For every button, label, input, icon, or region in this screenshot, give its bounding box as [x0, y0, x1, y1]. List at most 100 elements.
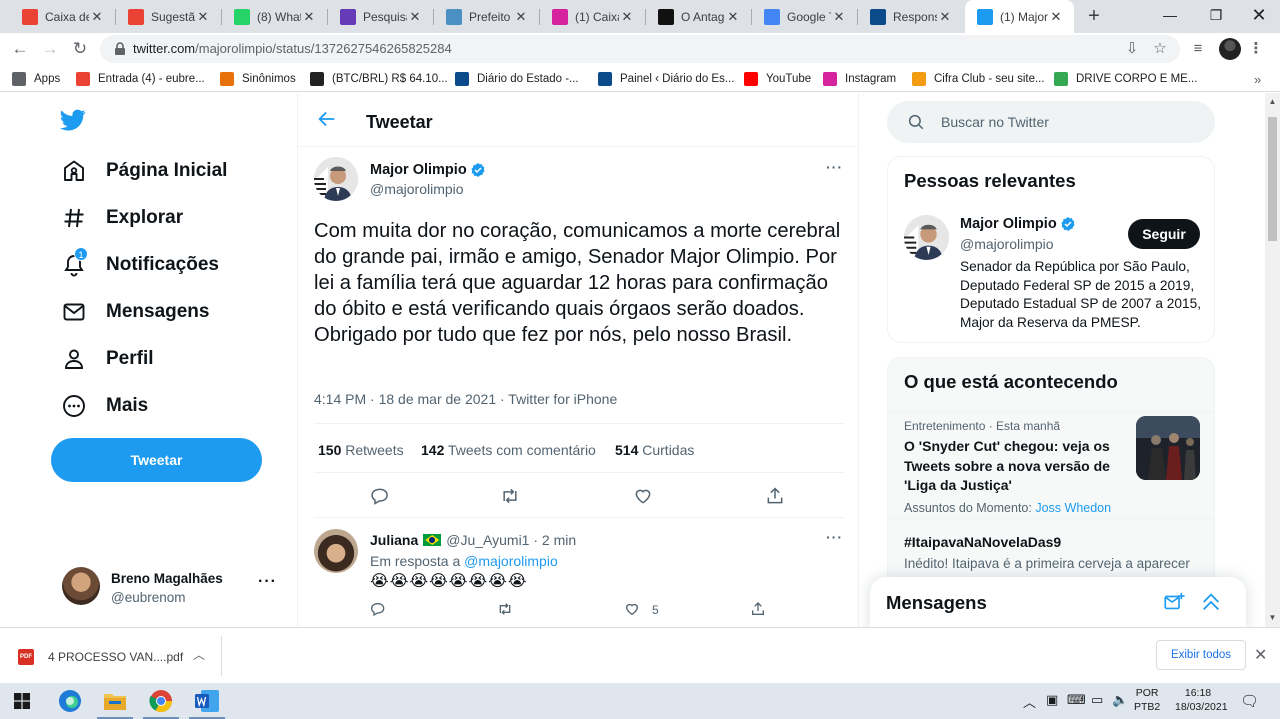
like-heart-icon[interactable]	[633, 486, 653, 506]
window-close-button[interactable]: ✕	[1236, 0, 1280, 33]
bookmark-item[interactable]: Sinônimos	[220, 70, 296, 88]
maximize-button[interactable]: ❐	[1193, 0, 1239, 33]
file-explorer-icon[interactable]	[93, 683, 137, 719]
install-app-icon[interactable]: ⇩	[1122, 39, 1142, 59]
retweet-icon[interactable]	[497, 601, 513, 617]
sidebar-item-profile[interactable]: Perfil	[60, 344, 154, 374]
notifications-icon[interactable]: 🗨	[1240, 692, 1259, 710]
bookmark-item[interactable]: Painel ‹ Diário do Es...	[598, 70, 734, 88]
media-control-icon[interactable]: ≡	[1186, 37, 1210, 61]
bookmark-item[interactable]: Apps	[12, 70, 60, 88]
edge-icon[interactable]	[48, 683, 92, 719]
trend-item[interactable]: Entretenimento · Esta manhã O 'Snyder Cu…	[904, 419, 1129, 515]
like-heart-icon[interactable]	[624, 601, 640, 617]
volume-icon[interactable]: 🔈	[1112, 692, 1128, 708]
close-tab-icon[interactable]: ✕	[937, 9, 953, 25]
search-input[interactable]: Buscar no Twitter	[887, 101, 1215, 143]
minimize-button[interactable]: —	[1147, 0, 1193, 33]
tweet-meta[interactable]: 4:14 PM · 18 de mar de 2021 · Twitter fo…	[314, 391, 617, 407]
browser-tab[interactable]: Respons ✕	[858, 0, 963, 33]
browser-tab[interactable]: Sugestão✕	[116, 0, 221, 33]
sidebar-item-more[interactable]: Mais	[60, 391, 148, 421]
more-dots-icon[interactable]: ···	[826, 159, 843, 175]
browser-tab[interactable]: Prefeito d✕	[434, 0, 539, 33]
avatar[interactable]	[314, 529, 358, 573]
page-scrollbar[interactable]: ▲ ▼	[1265, 93, 1280, 627]
download-item[interactable]: PDF 4 PROCESSO VAN....pdf	[18, 649, 183, 665]
sidebar-item-home[interactable]: Página Inicial	[60, 156, 227, 186]
address-bar[interactable]: twitter.com/majorolimpio/status/13726275…	[100, 35, 1180, 63]
close-icon[interactable]: ✕	[1254, 645, 1267, 665]
show-all-button[interactable]: Exibir todos	[1156, 640, 1246, 670]
browser-tab[interactable]: O Antago✕	[646, 0, 751, 33]
input-method-icon[interactable]: ⌨	[1067, 692, 1086, 708]
browser-tab[interactable]: Google T✕	[752, 0, 857, 33]
clock[interactable]: 16:18 18/03/2021	[1175, 686, 1228, 714]
tray-overflow-icon[interactable]: ︿	[1023, 692, 1036, 711]
language-indicator[interactable]: POR PTB2	[1134, 686, 1160, 714]
account-switcher[interactable]: Breno Magalhães @eubrenom ···	[62, 567, 282, 607]
reply-icon[interactable]	[370, 486, 390, 506]
reply-author[interactable]: Juliana @Ju_Ayumi1 · 2 min	[370, 532, 576, 548]
new-message-icon[interactable]	[1163, 591, 1185, 613]
chevron-up-icon[interactable]: ︿	[193, 646, 205, 663]
url-text[interactable]: twitter.com/majorolimpio/status/13726275…	[133, 41, 452, 56]
bookmark-item[interactable]: (BTC/BRL) R$ 64.10...	[310, 70, 448, 88]
close-tab-icon[interactable]: ✕	[89, 9, 105, 25]
browser-tab[interactable]: Caixa de ✕	[10, 0, 115, 33]
bookmark-item[interactable]: Entrada (4) - eubre...	[76, 70, 205, 88]
reload-button[interactable]: ↻	[68, 37, 92, 61]
author-handle[interactable]: @majorolimpio	[370, 181, 464, 197]
bookmark-star-icon[interactable]: ☆	[1150, 39, 1170, 59]
sidebar-item-messages[interactable]: Mensagens	[60, 297, 209, 327]
share-icon[interactable]	[750, 601, 766, 617]
more-dots-icon[interactable]: ···	[258, 573, 277, 591]
retweets-stat[interactable]: 150 Retweets	[318, 442, 404, 458]
retweet-icon[interactable]	[500, 486, 520, 506]
twitter-logo-icon[interactable]	[58, 107, 88, 133]
tray-app-icon[interactable]: ▣	[1046, 692, 1058, 708]
tweet-button[interactable]: Tweetar	[51, 438, 262, 482]
lock-icon[interactable]	[112, 41, 128, 57]
close-tab-icon[interactable]: ✕	[619, 9, 635, 25]
browser-tab[interactable]: (1) Caixa ✕	[540, 0, 645, 33]
bookmark-item[interactable]: Diário do Estado -...	[455, 70, 579, 88]
messages-drawer[interactable]: Mensagens	[870, 577, 1246, 627]
word-icon[interactable]	[185, 683, 229, 719]
close-tab-icon[interactable]: ✕	[725, 9, 741, 25]
scrollbar-thumb[interactable]	[1268, 117, 1277, 241]
more-bookmarks-icon[interactable]: »	[1254, 70, 1261, 88]
relevant-handle[interactable]: @majorolimpio	[960, 236, 1054, 252]
close-tab-icon[interactable]: ✕	[195, 9, 211, 25]
new-tab-button[interactable]: +	[1082, 4, 1106, 28]
close-tab-icon[interactable]: ✕	[831, 9, 847, 25]
close-tab-icon[interactable]: ✕	[513, 9, 529, 25]
more-dots-icon[interactable]: ···	[826, 529, 843, 545]
likes-stat[interactable]: 514 Curtidas	[615, 442, 694, 458]
chrome-menu-icon[interactable]: ⋮	[1244, 37, 1268, 61]
reply-icon[interactable]	[370, 601, 386, 617]
browser-tab[interactable]: Pesquisa✕	[328, 0, 433, 33]
close-tab-icon[interactable]: ✕	[1048, 9, 1064, 25]
share-icon[interactable]	[765, 486, 785, 506]
bookmark-item[interactable]: Cifra Club - seu site...	[912, 70, 1045, 88]
windows-start-icon[interactable]	[0, 683, 44, 719]
trend-thumbnail[interactable]	[1136, 416, 1200, 480]
close-tab-icon[interactable]: ✕	[407, 9, 423, 25]
scroll-up-icon[interactable]: ▲	[1268, 97, 1277, 106]
chrome-icon[interactable]	[139, 683, 183, 719]
sidebar-item-notifications[interactable]: 1 Notificações	[60, 247, 219, 280]
scroll-down-icon[interactable]: ▼	[1268, 613, 1277, 622]
author-name[interactable]: Major Olimpio	[370, 162, 486, 178]
mention-link[interactable]: @majorolimpio	[464, 553, 558, 569]
quotes-stat[interactable]: 142 Tweets com comentário	[421, 442, 596, 458]
profile-avatar[interactable]	[1219, 38, 1241, 60]
sidebar-item-explore[interactable]: Explorar	[60, 203, 183, 233]
browser-tab[interactable]: (1) Major ✕	[965, 0, 1074, 33]
network-icon[interactable]: ▭	[1091, 692, 1103, 708]
forward-button[interactable]: →	[38, 37, 62, 61]
bookmark-item[interactable]: YouTube	[744, 70, 811, 88]
bookmark-item[interactable]: DRIVE CORPO E ME...	[1054, 70, 1197, 88]
topic-link[interactable]: Joss Whedon	[1035, 501, 1111, 515]
back-arrow-icon[interactable]	[316, 108, 338, 130]
